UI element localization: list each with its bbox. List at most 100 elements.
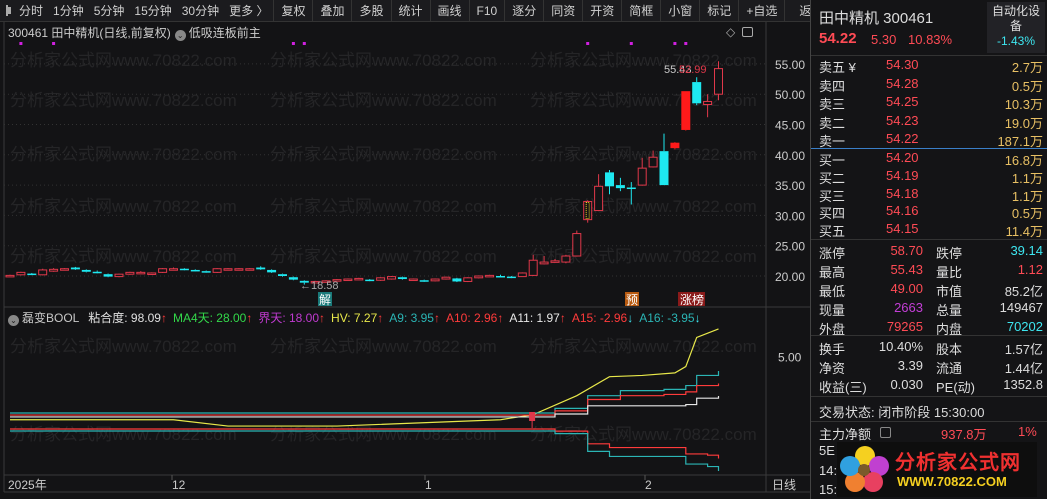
watermark: 分析家公式网www.70822.com [270, 247, 497, 266]
candle[interactable] [190, 269, 200, 272]
candle[interactable] [397, 276, 407, 280]
indicator-arrow-icon: ↑ [377, 311, 384, 325]
bid-row[interactable]: 买四 54.16 0.5万 [819, 203, 1043, 221]
candle[interactable] [572, 230, 582, 257]
indicator-value: 界天: 18.00 [258, 311, 320, 325]
kline-chart[interactable]: 分析家公式网www.70822.com 分析家公式网www.70822.com 分析… [0, 0, 810, 499]
candle[interactable] [103, 273, 113, 278]
candle[interactable] [681, 91, 691, 131]
time-axis-label: 12 [172, 478, 186, 492]
candle[interactable] [485, 274, 495, 278]
candle[interactable] [179, 268, 189, 271]
candle[interactable] [430, 278, 440, 282]
watermark: 分析家公式网www.70822.com [10, 425, 237, 444]
candle[interactable] [201, 270, 211, 273]
candle[interactable] [278, 273, 287, 277]
level-label: 买二 [819, 170, 846, 186]
quote-panel: 田中精机 300461 54.22 5.30 10.83% 自动化设备 -1.4… [810, 0, 1047, 499]
watermark: 分析家公式网www.70822.com [10, 197, 237, 216]
list-icon[interactable] [880, 427, 891, 438]
candle[interactable] [92, 270, 102, 274]
candle[interactable] [70, 266, 80, 270]
candle[interactable] [49, 268, 59, 272]
candle[interactable] [147, 272, 157, 275]
signal-marker [52, 42, 56, 45]
candle[interactable] [288, 276, 298, 281]
indicator-name[interactable]: 磊变BOOL [22, 311, 79, 325]
candle[interactable] [136, 271, 146, 275]
candle[interactable] [27, 272, 37, 276]
candle[interactable] [354, 277, 364, 281]
ask-row[interactable]: 卖一 54.22 187.1万 [819, 131, 1043, 149]
watermark: 分析家公式网www.70822.com [270, 197, 497, 216]
level-price: 54.23 [886, 112, 919, 128]
stat-value: 79265 [886, 319, 923, 334]
candle[interactable] [245, 268, 255, 271]
bid-row[interactable]: 买三 54.18 1.1万 [819, 186, 1043, 204]
level-price: 54.16 [886, 203, 919, 219]
candle[interactable] [441, 276, 451, 280]
logo-url: WWW.70822.COM [897, 474, 1007, 489]
candle[interactable] [387, 276, 396, 280]
ask-row[interactable]: 卖二 54.23 19.0万 [819, 113, 1043, 131]
stat-label: 流通 [936, 361, 963, 376]
dropdown-circle-icon[interactable]: ⌄ [8, 315, 19, 326]
stat-value: 1.57亿 [1004, 342, 1043, 357]
level-label: 买一 [819, 153, 846, 168]
candle[interactable] [594, 174, 604, 212]
candle[interactable] [463, 277, 473, 283]
candle[interactable] [234, 268, 244, 271]
candle[interactable] [659, 133, 669, 186]
price-axis-label: 55.00 [775, 58, 805, 72]
stat-row: 现量 2663 总量 149467 [819, 300, 1043, 318]
candle[interactable] [408, 278, 418, 282]
bid-row[interactable]: 买五 54.15 11.4万 [819, 221, 1043, 239]
stat-row: 最高 55.43 量比 1.12 [819, 262, 1043, 280]
candle[interactable] [452, 277, 462, 283]
candle[interactable] [169, 267, 178, 271]
candle[interactable] [114, 273, 124, 278]
ask-row[interactable]: 卖三 54.25 10.3万 [819, 94, 1043, 112]
bid-row[interactable]: 买一 54.20 16.8万 [819, 150, 1043, 168]
candle[interactable] [692, 77, 702, 106]
candle[interactable] [615, 177, 625, 192]
candle[interactable] [81, 269, 91, 273]
stat-value: 3.39 [897, 358, 923, 373]
candle[interactable] [125, 271, 135, 275]
signal-marker [586, 42, 590, 45]
candle[interactable] [256, 266, 266, 270]
candle[interactable] [496, 274, 505, 278]
ask-row[interactable]: 卖五 ¥ 54.30 2.7万 [819, 57, 1043, 75]
candle[interactable] [60, 268, 69, 271]
level-volume: 1.1万 [1011, 188, 1043, 204]
ask-row[interactable]: 卖四 54.28 0.5万 [819, 76, 1043, 94]
candle[interactable] [376, 277, 386, 281]
indicator-value: A16: -3.95 [639, 311, 695, 325]
level-volume: 19.0万 [1004, 115, 1043, 131]
indicator-value: A9: 3.95 [389, 311, 434, 325]
candle[interactable] [365, 279, 375, 282]
candle[interactable] [16, 271, 26, 276]
indicator-arrow-icon: ↓ [694, 311, 701, 325]
candle[interactable] [212, 268, 222, 273]
candle[interactable] [223, 268, 233, 271]
bid-row[interactable]: 买二 54.19 1.1万 [819, 168, 1043, 186]
candle[interactable] [605, 169, 614, 195]
candle[interactable] [474, 275, 484, 279]
candle[interactable] [158, 268, 168, 273]
signal-marker [19, 42, 23, 45]
candle[interactable] [343, 278, 353, 282]
price-axis-label: 25.00 [775, 240, 805, 254]
candle[interactable] [419, 279, 429, 282]
candle[interactable] [38, 268, 48, 276]
candle[interactable] [583, 200, 593, 223]
candle[interactable] [5, 274, 15, 278]
sector-box[interactable]: 自动化设备 -1.43% [987, 2, 1045, 53]
candle[interactable] [517, 272, 527, 278]
candle[interactable] [267, 269, 277, 273]
sector-pct: -1.43% [996, 34, 1036, 48]
candle[interactable] [561, 254, 571, 264]
price-axis-label: 50.00 [775, 88, 805, 102]
main-flow-label: 主力净额 [819, 427, 872, 442]
indicator-arrow-icon: ↑ [433, 311, 440, 325]
